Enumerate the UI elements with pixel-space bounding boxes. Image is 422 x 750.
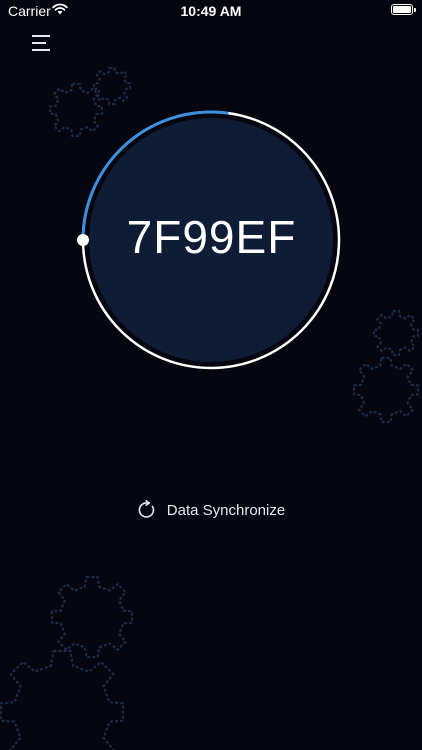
token-code: 7F99EF (126, 211, 297, 263)
refresh-icon (138, 500, 154, 518)
data-synchronize-button[interactable]: Data Synchronize (0, 500, 422, 520)
sync-label: Data Synchronize (166, 501, 286, 519)
token-dial (77, 110, 341, 370)
